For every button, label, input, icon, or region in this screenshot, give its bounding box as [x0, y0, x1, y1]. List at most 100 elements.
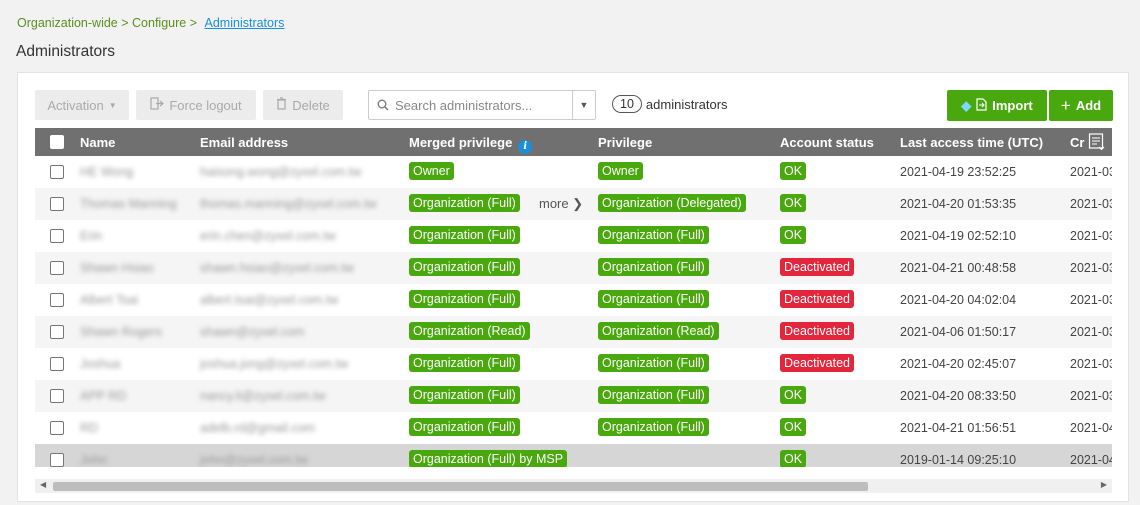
table-row[interactable]: RD adelb.rd@gmail.com Organization (Full) O… [35, 412, 1112, 444]
column-privilege[interactable]: Privilege [598, 135, 652, 150]
status-badge: Deactivated [780, 290, 855, 308]
caret-down-icon: ▼ [108, 100, 117, 110]
status-badge: OK [780, 194, 807, 212]
status-badge: OK [780, 386, 807, 404]
privilege-badge: Owner [598, 162, 643, 180]
search-dropdown-icon[interactable]: ▼ [572, 91, 595, 119]
horizontal-scrollbar[interactable]: ◀ ▶ [35, 479, 1112, 493]
force-logout-button[interactable]: Force logout [136, 90, 256, 120]
created-time: 2021-03 [1070, 357, 1112, 371]
table-row[interactable]: Thomas Manning thomas.manning@zyxel.com.t… [35, 188, 1112, 220]
created-time: 2021-03 [1070, 261, 1112, 275]
admin-email: nancy.li@zyxel.com.tw [200, 389, 326, 403]
admin-email: thomas.manning@zyxel.com.tw [200, 197, 377, 211]
more-label: more [539, 196, 569, 211]
admin-email: erin.chen@zyxel.com.tw [200, 229, 336, 243]
column-name[interactable]: Name [80, 135, 115, 150]
breadcrumb-configure[interactable]: Configure [132, 16, 186, 30]
table-row[interactable]: Erin erin.chen@zyxel.com.tw Organization (… [35, 220, 1112, 252]
add-label: Add [1075, 98, 1102, 113]
row-checkbox[interactable] [50, 389, 64, 403]
created-time: 2021-03 [1070, 293, 1112, 307]
row-checkbox[interactable] [50, 421, 64, 435]
column-picker-icon[interactable] [1088, 132, 1106, 152]
breadcrumb-separator: > [189, 16, 198, 30]
row-checkbox[interactable] [50, 197, 64, 211]
created-time: 2021-03 [1070, 197, 1112, 211]
privilege-badge: Organization (Full) [598, 290, 709, 308]
row-checkbox[interactable] [50, 165, 64, 179]
merged-privilege-badge: Organization (Full) [409, 418, 520, 436]
activation-dropdown[interactable]: Activation ▼ [35, 90, 129, 120]
table-row[interactable]: Shawn Rogers shawn@zyxel.com Organization … [35, 316, 1112, 348]
admin-name: APP RD [80, 389, 127, 403]
admin-email: john@zyxel.com.tw [200, 453, 308, 467]
status-badge: Deactivated [780, 322, 855, 340]
admin-name: Thomas Manning [80, 197, 177, 211]
table-row[interactable]: Joshua joshua.jong@zyxel.com.tw Organizati… [35, 348, 1112, 380]
add-button[interactable]: + Add [1049, 90, 1113, 121]
table-row[interactable]: HE Wong haisong.wong@zyxel.com.tw Owner Own… [35, 156, 1112, 188]
select-all-checkbox[interactable] [50, 135, 64, 149]
admin-name: HE Wong [80, 165, 134, 179]
admin-email: shawn.hsiao@zyxel.com.tw [200, 261, 354, 275]
status-badge: Deactivated [780, 258, 855, 276]
breadcrumb-organization-wide[interactable]: Organization-wide [17, 16, 118, 30]
admin-email: adelb.rd@gmail.com [200, 421, 315, 435]
last-access-time: 2021-04-20 04:02:04 [900, 293, 1017, 307]
table-row[interactable]: Shawn Hsiao shawn.hsiao@zyxel.com.tw Organ… [35, 252, 1112, 284]
column-account-status[interactable]: Account status [780, 135, 874, 150]
row-checkbox[interactable] [50, 357, 64, 371]
privilege-badge: Organization (Full) [598, 418, 709, 436]
last-access-time: 2021-04-20 01:53:35 [900, 197, 1017, 211]
scroll-left-icon[interactable]: ◀ [40, 480, 46, 489]
privilege-badge: Organization (Full) [598, 354, 709, 372]
last-access-time: 2021-04-20 02:45:07 [900, 357, 1017, 371]
scrollbar-thumb[interactable] [53, 482, 868, 491]
row-checkbox[interactable] [50, 453, 64, 467]
privilege-badge: Organization (Read) [598, 322, 719, 340]
column-created[interactable]: Cr [1070, 135, 1084, 150]
delete-label: Delete [292, 97, 330, 113]
row-checkbox[interactable] [50, 293, 64, 307]
last-access-time: 2021-04-19 23:52:25 [900, 165, 1017, 179]
column-merged-privilege-label: Merged privilege [409, 135, 513, 150]
last-access-time: 2021-04-19 02:52:10 [900, 229, 1017, 243]
table-row[interactable]: Albert Tsai albert.tsai@zyxel.com.tw Organ… [35, 284, 1112, 316]
scroll-right-icon[interactable]: ▶ [1101, 480, 1107, 489]
created-time: 2021-03 [1070, 165, 1112, 179]
column-email[interactable]: Email address [200, 135, 288, 150]
row-checkbox[interactable] [50, 229, 64, 243]
row-checkbox[interactable] [50, 325, 64, 339]
file-import-icon [976, 97, 987, 114]
administrators-panel: Activation ▼ Force logout Delete Search … [17, 72, 1129, 502]
breadcrumb-separator: > [121, 16, 129, 30]
status-badge: OK [780, 450, 807, 467]
more-link[interactable]: more ❯ [539, 196, 583, 212]
created-time: 2021-03 [1070, 389, 1112, 403]
column-last-access[interactable]: Last access time (UTC) [900, 135, 1043, 150]
info-icon[interactable]: i [518, 140, 533, 154]
row-checkbox[interactable] [50, 261, 64, 275]
last-access-time: 2021-04-21 00:48:58 [900, 261, 1017, 275]
plus-icon: + [1060, 95, 1071, 115]
import-button[interactable]: ◆ Import [947, 90, 1047, 121]
force-logout-label: Force logout [169, 97, 242, 113]
status-badge: OK [780, 162, 807, 180]
last-access-time: 2021-04-21 01:56:51 [900, 421, 1017, 435]
merged-privilege-badge: Organization (Full) [409, 386, 520, 404]
delete-button[interactable]: Delete [263, 90, 343, 120]
administrators-table: Name Email address Merged privilege i Pri… [35, 128, 1112, 467]
activation-label: Activation [47, 97, 104, 113]
search-icon [377, 99, 389, 111]
admin-count-badge: 10 [612, 95, 642, 113]
search-input[interactable]: Search administrators... [395, 98, 572, 113]
column-merged-privilege[interactable]: Merged privilege i [409, 135, 533, 154]
logout-icon [150, 97, 165, 113]
search-box[interactable]: Search administrators... ▼ [368, 90, 596, 120]
table-row[interactable]: John john@zyxel.com.tw Organization (Full)… [35, 444, 1112, 467]
toolbar: Activation ▼ Force logout Delete Search … [35, 90, 1128, 122]
merged-privilege-badge: Organization (Full) [409, 226, 520, 244]
breadcrumb-administrators[interactable]: Administrators [205, 16, 285, 30]
table-row[interactable]: APP RD nancy.li@zyxel.com.tw Organization … [35, 380, 1112, 412]
